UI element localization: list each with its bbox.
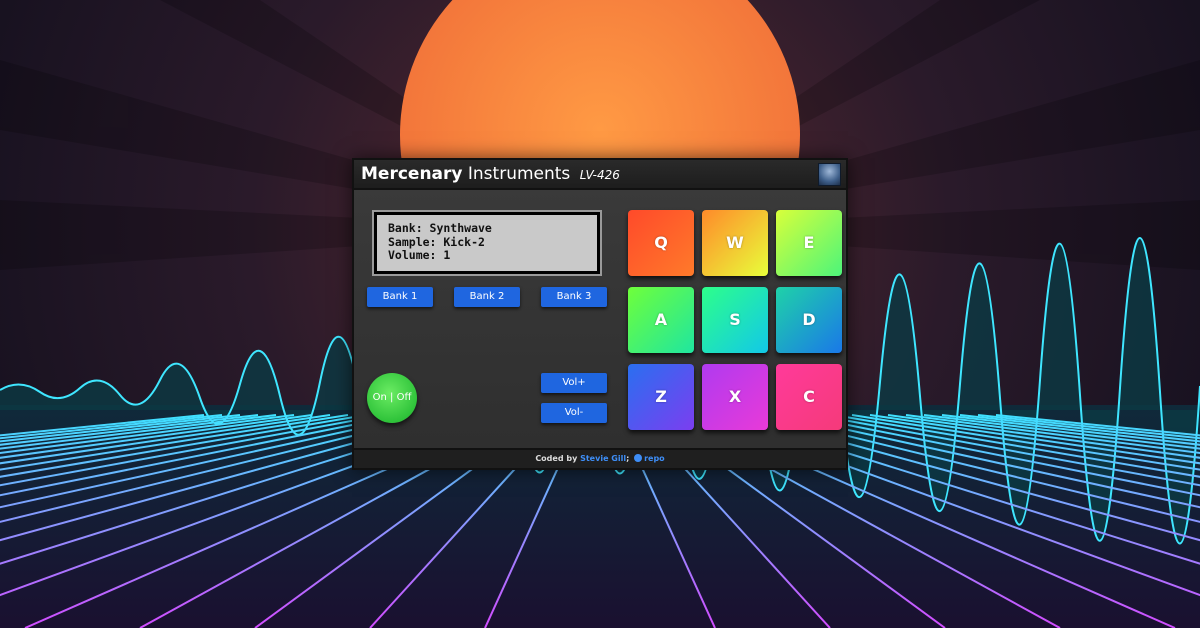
drum-pad-c[interactable]: C — [776, 364, 842, 430]
drum-pad-a[interactable]: A — [628, 287, 694, 353]
drum-pad-s[interactable]: S — [702, 287, 768, 353]
title-bar: Mercenary Instruments LV-426 — [354, 160, 846, 190]
footer-credits: Coded by Stevie Gill; repo — [354, 448, 846, 468]
sampler-device: Mercenary Instruments LV-426 Bank: Synth… — [352, 158, 848, 470]
volume-up-button[interactable]: Vol+ — [541, 373, 607, 393]
github-icon — [634, 454, 643, 462]
volume-down-button[interactable]: Vol- — [541, 403, 607, 423]
repo-link[interactable]: repo — [644, 454, 665, 463]
drum-pad-z[interactable]: Z — [628, 364, 694, 430]
power-button[interactable]: On | Off — [367, 373, 417, 423]
display-sample: Sample: Kick-2 — [388, 234, 485, 249]
drum-pad-w[interactable]: W — [702, 210, 768, 276]
brand-title: Mercenary Instruments LV-426 — [361, 164, 620, 184]
bank-3-button[interactable]: Bank 3 — [541, 287, 607, 307]
drum-pad-x[interactable]: X — [702, 364, 768, 430]
model-number: LV-426 — [579, 168, 620, 182]
bank-2-button[interactable]: Bank 2 — [454, 287, 520, 307]
drum-pad-q[interactable]: Q — [628, 210, 694, 276]
lcd-display: Bank: Synthwave Sample: Kick-2 Volume: 1 — [372, 210, 602, 276]
brand-name-bold: Mercenary — [361, 164, 463, 184]
bank-1-button[interactable]: Bank 1 — [367, 287, 433, 307]
display-bank: Bank: Synthwave — [388, 221, 492, 235]
author-link[interactable]: Stevie Gill — [580, 454, 626, 463]
avatar[interactable] — [818, 163, 841, 186]
drum-pad-d[interactable]: D — [776, 287, 842, 353]
brand-name-regular: Instruments — [467, 164, 571, 184]
footer-separator: ; — [626, 454, 630, 463]
drum-pad-e[interactable]: E — [776, 210, 842, 276]
footer-prefix: Coded by — [535, 454, 578, 463]
display-volume: Volume: 1 — [388, 248, 451, 262]
